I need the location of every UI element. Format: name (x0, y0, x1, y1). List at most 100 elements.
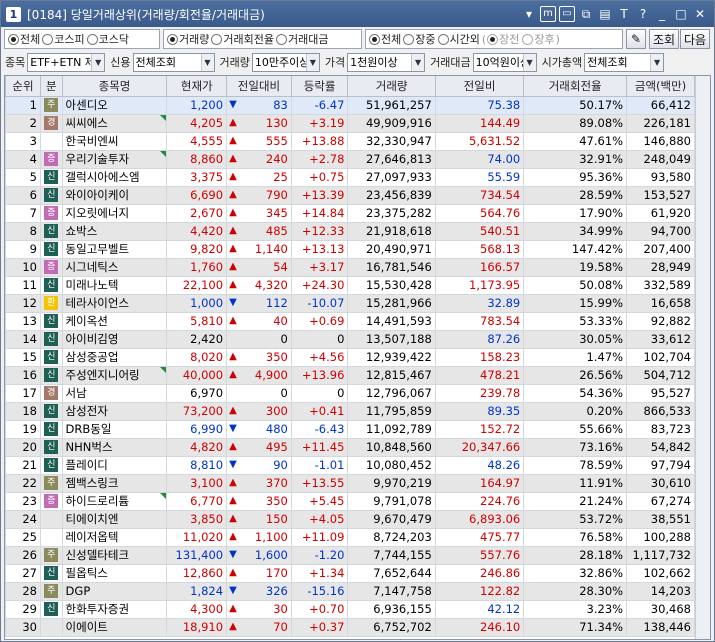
table-row[interactable]: 20 신 NHN벅스 4,820 ▲ 495 +11.45 10,848,560 20,347.… (5, 437, 695, 457)
cell-name[interactable]: 하이드로리튬 (61, 491, 168, 511)
col-amount[interactable]: 금액(백만) (626, 76, 695, 97)
cell-name[interactable]: 갤럭시아에스엠 (61, 167, 168, 187)
cell-name[interactable]: 한화투자증권 (61, 599, 168, 619)
table-row[interactable]: 6 신 와이아이케이 6,690 ▲ 790 +13.39 23,456,839 734.54 2… (5, 185, 695, 205)
cell-name[interactable]: DRB동일 (61, 419, 168, 439)
maximize-icon[interactable]: □ (673, 6, 689, 22)
table-row[interactable]: 18 신 삼성전자 73,200 ▲ 300 +0.41 11,795,859 89.35 0.2… (5, 401, 695, 421)
table-row[interactable]: 21 신 플레이디 8,810 ▼ 90 -1.01 10,080,452 48.26 78.59… (5, 455, 695, 475)
help-icon[interactable]: ? (635, 6, 651, 22)
cell-name[interactable]: 한국비엔씨 (61, 131, 168, 151)
cell-name[interactable]: 케이옥션 (61, 311, 168, 331)
print-icon[interactable]: ▤ (597, 6, 613, 22)
sort-radio-amount[interactable]: 거래대금 (275, 31, 328, 47)
table-row[interactable]: 1 주 아센디오 1,200 ▼ 83 -6.47 51,961,257 75.38 50.17%… (5, 95, 695, 115)
cell-name[interactable]: 와이아이케이 (61, 185, 168, 205)
price-select[interactable]: 1천원이상 ▼ (347, 52, 426, 72)
cell-name[interactable]: 씨씨에스 (61, 113, 168, 133)
col-rate[interactable]: 등락률 (290, 76, 349, 97)
table-row[interactable]: 25 레이저옵텍 11,020 ▲ 1,100 +11.09 8,724,203 475.77… (5, 527, 695, 547)
credit-select[interactable]: 전체조회 ▼ (132, 52, 215, 72)
table-row[interactable]: 28 주 DGP 1,824 ▼ 326 -15.16 7,147,758 122.82 28.3… (5, 581, 695, 601)
cell-name[interactable]: DGP (61, 581, 168, 601)
cell-name[interactable]: 레이저옵텍 (61, 527, 168, 547)
cell-name[interactable]: 삼성중공업 (61, 347, 168, 367)
next-button[interactable]: 다음 (680, 29, 710, 49)
minimize-icon[interactable]: _ (654, 6, 670, 22)
cell-name[interactable]: 미래나노텍 (61, 275, 168, 295)
window-icon[interactable]: ▭ (559, 6, 575, 22)
vertical-scrollbar[interactable] (695, 76, 710, 639)
table-row[interactable]: 29 신 한화투자증권 4,300 ▲ 30 +0.70 6,936,155 42.12 3.23… (5, 599, 695, 619)
table-row[interactable]: 15 신 삼성중공업 8,020 ▲ 350 +4.56 12,939,422 158.23 1.… (5, 347, 695, 367)
cell-name[interactable]: 아센디오 (61, 95, 168, 115)
market-radio-kosdaq[interactable]: 코스닥 (86, 31, 129, 47)
col-type[interactable]: 분 (39, 76, 63, 97)
table-row[interactable]: 11 신 미래나노텍 22,100 ▲ 4,320 +24.30 15,530,428 1,17… (5, 275, 695, 295)
table-row[interactable]: 23 증 하이드로리튬 6,770 ▲ 350 +5.45 9,791,078 224.76 21… (5, 491, 695, 511)
volume-select[interactable]: 10만주이상 ▼ (251, 52, 320, 72)
table-row[interactable]: 9 신 동일고무벨트 9,820 ▲ 1,140 +13.13 20,490,971 568.1… (5, 239, 695, 259)
table-row[interactable]: 8 신 쇼박스 4,420 ▲ 485 +12.33 21,918,618 540.51 34.9… (5, 221, 695, 241)
cell-name[interactable]: 티에이치엔 (61, 509, 168, 529)
table-row[interactable]: 4 증 우리기술투자 8,860 ▲ 240 +2.78 27,646,813 74.00 32.… (5, 149, 695, 169)
table-row[interactable]: 27 신 필옵틱스 12,860 ▲ 170 +1.34 7,652,644 246.86 32.… (5, 563, 695, 583)
cell-volume: 11,795,859 (347, 401, 436, 421)
dropdown-icon[interactable]: ▾ (521, 6, 537, 22)
sort-radio-turnover[interactable]: 거래회전율 (211, 31, 274, 47)
table-row[interactable]: 24 티에이치엔 3,850 ▲ 150 +4.05 9,670,479 6,893.06 53… (5, 509, 695, 529)
col-volume[interactable]: 거래량 (347, 76, 436, 97)
table-row[interactable]: 3 한국비엔씨 4,555 ▲ 555 +13.88 32,330,947 5,631.52 4… (5, 131, 695, 151)
cap-select[interactable]: 전체조회 ▼ (584, 52, 665, 72)
col-name[interactable]: 종목명 (61, 76, 168, 97)
cell-name[interactable]: 필옵틱스 (61, 563, 168, 583)
table-row[interactable]: 26 주 신성델타테크 131,400 ▼ 1,600 -1.20 7,744,155 557.… (5, 545, 695, 565)
table-row[interactable]: 22 주 젬백스링크 3,100 ▲ 370 +13.55 9,970,219 164.97 11… (5, 473, 695, 493)
col-turnover[interactable]: 거래회전율 (523, 76, 628, 97)
text-icon[interactable]: T (616, 6, 632, 22)
cell-name[interactable]: 테라사이언스 (61, 293, 168, 313)
table-row[interactable]: 19 신 DRB동일 6,990 ▼ 480 -6.43 11,092,789 152.72 55… (5, 419, 695, 439)
market-radio-all[interactable]: 전체 (8, 31, 40, 47)
col-prev-ratio[interactable]: 전일비 (434, 76, 525, 97)
memo-icon[interactable]: m (540, 6, 556, 22)
close-icon[interactable]: ✕ (692, 6, 708, 22)
cell-name[interactable]: 이에이트 (61, 617, 168, 637)
table-row[interactable]: 16 신 주성엔지니어링 40,000 ▲ 4,900 +13.96 12,815,467 47… (5, 365, 695, 385)
col-rank[interactable]: 순위 (5, 76, 41, 97)
amount-select[interactable]: 10억원이상 ▼ (472, 52, 537, 72)
cell-name[interactable]: 시그네틱스 (61, 257, 168, 277)
cell-name[interactable]: 신성델타테크 (61, 545, 168, 565)
col-price[interactable]: 현재가 (166, 76, 228, 97)
sort-radio-volume[interactable]: 거래량 (167, 31, 209, 47)
cell-name[interactable]: 우리기술투자 (61, 149, 168, 169)
session-radio-afterhours[interactable]: 시간외 (437, 31, 480, 47)
link-icon[interactable]: ⧉ (578, 6, 594, 22)
cell-name[interactable]: 플레이디 (61, 455, 168, 475)
table-row[interactable]: 2 경 씨씨에스 4,205 ▲ 130 +3.19 49,909,916 144.49 89.0… (5, 113, 695, 133)
session-radio-all[interactable]: 전체 (369, 31, 401, 47)
cell-name[interactable]: NHN벅스 (61, 437, 168, 457)
cell-name[interactable]: 삼성전자 (61, 401, 168, 421)
cell-name[interactable]: 쇼박스 (61, 221, 168, 241)
stock-select[interactable]: ETF+ETN 제 ▼ (27, 52, 106, 72)
query-button[interactable]: 조회 (649, 29, 679, 49)
cell-name[interactable]: 아이비김영 (61, 329, 168, 349)
cell-name[interactable]: 주성엔지니어링 (61, 365, 168, 385)
table-row[interactable]: 14 신 아이비김영 2,420 0 0 13,507,188 87.26 30.05% 33,6… (5, 329, 695, 349)
cell-name[interactable]: 동일고무벨트 (61, 239, 168, 259)
table-row[interactable]: 12 환 테라사이언스 1,000 ▼ 112 -10.07 15,281,966 32.89 1… (5, 293, 695, 313)
pin-button[interactable]: ✎ (626, 29, 646, 49)
market-radio-kospi[interactable]: 코스피 (42, 31, 85, 47)
cell-name[interactable]: 젬백스링크 (61, 473, 168, 493)
cell-name[interactable]: 서남 (61, 383, 168, 403)
cell-name[interactable]: 지오릿에너지 (61, 203, 168, 223)
table-row[interactable]: 30 이에이트 18,910 ▲ 70 +0.37 6,752,702 246.10 71.34… (5, 617, 695, 637)
table-row[interactable]: 13 신 케이옥션 5,810 ▲ 40 +0.69 14,491,593 783.54 53.3… (5, 311, 695, 331)
table-row[interactable]: 17 경 서남 6,970 0 0 12,796,067 239.78 54.36% 95,527 (5, 383, 695, 403)
session-radio-market[interactable]: 장중 (403, 31, 436, 47)
table-row[interactable]: 10 증 시그네틱스 1,760 ▲ 54 +3.17 16,781,546 166.57 19.… (5, 257, 695, 277)
table-row[interactable]: 7 증 지오릿에너지 2,670 ▲ 345 +14.84 23,375,282 564.76 1… (5, 203, 695, 223)
col-change[interactable]: 전일대비 (226, 76, 292, 97)
table-row[interactable]: 5 신 갤럭시아에스엠 3,375 ▲ 25 +0.75 27,097,933 55.59 95.… (5, 167, 695, 187)
